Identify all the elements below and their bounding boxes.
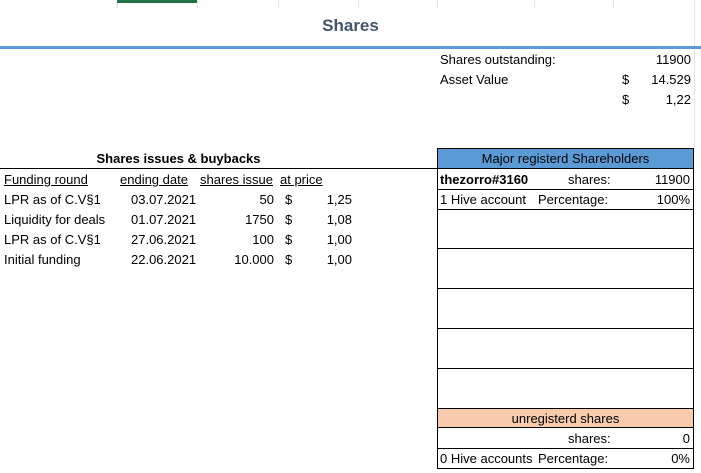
currency-cell: $ <box>285 212 293 227</box>
round-cell: Initial funding <box>4 252 81 267</box>
asset-value-amount: 14.529 <box>651 72 691 87</box>
unregistered-pct-label: Percentage: <box>538 451 609 466</box>
holder-account-label: 1 Hive account <box>440 192 526 207</box>
col-header-shares: shares issue <box>200 172 273 187</box>
unregistered-pct-value: 0% <box>671 451 690 466</box>
price-cell: 1,08 <box>326 212 352 227</box>
holder-pct-label: Percentage: <box>538 192 609 207</box>
grid-line <box>358 0 359 8</box>
empty-holder-row[interactable] <box>438 368 693 369</box>
currency-cell: $ <box>285 192 293 207</box>
asset-value-label: Asset Value <box>440 72 509 87</box>
holder-shares-value: 11900 <box>654 172 690 187</box>
shares-outstanding-label: Shares outstanding: <box>440 52 556 67</box>
price-cell: 1,25 <box>326 192 352 207</box>
unregistered-shares-value: 0 <box>682 431 690 446</box>
empty-holder-row[interactable] <box>438 328 693 329</box>
holder-pct-value: 100% <box>656 192 690 207</box>
empty-holder-row[interactable] <box>438 288 693 289</box>
grid-line <box>534 0 535 8</box>
holder-shares-label: shares: <box>568 172 611 187</box>
share-price-currency: $ <box>622 92 630 107</box>
issues-title: Shares issues & buybacks <box>96 151 261 166</box>
grid-line <box>437 0 438 8</box>
unregistered-header: unregisterd shares <box>438 408 693 428</box>
shares-cell: 10.000 <box>234 252 274 267</box>
date-cell: 01.07.2021 <box>131 212 197 227</box>
currency-cell: $ <box>285 232 293 247</box>
price-cell: 1,00 <box>326 252 352 267</box>
shares-cell: 100 <box>252 232 274 247</box>
grid-line <box>278 0 279 8</box>
grid-line <box>197 0 198 8</box>
shares-cell: 1750 <box>245 212 274 227</box>
date-cell: 22.06.2021 <box>131 252 197 267</box>
round-cell: LPR as of C.V§1 <box>4 232 101 247</box>
date-cell: 27.06.2021 <box>131 232 197 247</box>
selected-column-indicator <box>117 0 197 3</box>
currency-cell: $ <box>285 252 293 267</box>
title-underline <box>0 46 701 49</box>
unregistered-shares-label: shares: <box>568 431 611 446</box>
price-cell: 1,00 <box>326 232 352 247</box>
shareholders-header: Major registerd Shareholders <box>438 149 693 169</box>
sheet-title: Shares <box>322 16 379 35</box>
empty-holder-row[interactable] <box>438 248 693 249</box>
issues-title-border <box>0 168 437 169</box>
shareholders-panel: Major registerd Shareholders thezorro#31… <box>437 148 694 469</box>
shares-outstanding-value: 11900 <box>655 52 691 67</box>
round-cell: Liquidity for deals <box>4 212 106 227</box>
col-header-price: at price <box>280 172 323 187</box>
col-header-round: Funding round <box>4 172 88 187</box>
asset-value-currency: $ <box>622 72 630 87</box>
empty-holder-row[interactable] <box>438 209 693 210</box>
unregistered-account-label: 0 Hive accounts <box>440 451 533 466</box>
shares-cell: 50 <box>259 192 274 207</box>
share-price-value: 1,22 <box>665 92 691 107</box>
date-cell: 03.07.2021 <box>131 192 197 207</box>
grid-line <box>613 0 614 8</box>
col-header-date: ending date <box>120 172 188 187</box>
holder-name[interactable]: thezorro#3160 <box>440 171 528 189</box>
round-cell: LPR as of C.V§1 <box>4 192 101 207</box>
